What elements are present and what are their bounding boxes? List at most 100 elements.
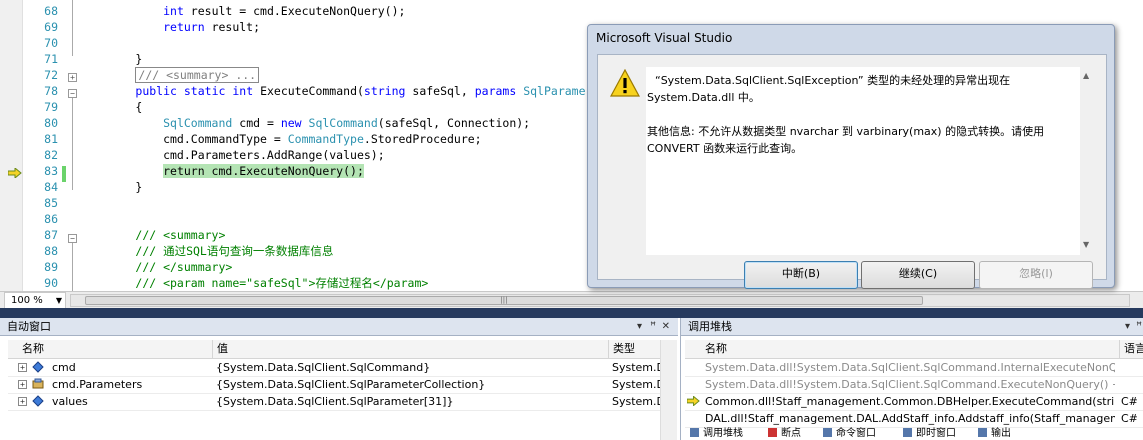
code-token: result; [204,20,261,34]
autos-column-header: 名称 值 类型 [8,340,660,359]
code-text: public static int ExecuteCommand(string … [80,83,586,99]
pin-icon[interactable]: ꟸ [1136,318,1142,335]
breakpoint-icon [768,428,777,437]
code-token: (safeSql, Connection); [377,116,531,130]
dialog-body: “System.Data.SqlClient.SqlException” 类型的… [597,54,1107,289]
callstack-row[interactable]: DAL.dll!Staff_management.DAL.AddStaff_in… [685,410,1143,428]
col-name[interactable]: 名称 [701,340,1115,358]
variable-icon [32,393,46,412]
scroll-up-icon[interactable]: ▲ [1083,71,1089,80]
col-value[interactable]: 值 [212,340,607,358]
code-token: /// <summary> [135,228,226,242]
fold-guide [72,243,73,291]
callstack-row[interactable]: System.Data.dll!System.Data.SqlClient.Sq… [685,359,1143,377]
code-token: cmd.CommandType = [80,132,288,146]
message-scrollbar[interactable]: ▲ ▼ [1080,67,1094,253]
line-number: 82 [44,148,58,162]
fold-collapse-icon[interactable]: − [68,89,77,98]
frame-name: Common.dll!Staff_management.Common.DBHel… [705,395,1115,408]
callstack-row[interactable]: System.Data.dll!System.Data.SqlClient.Sq… [685,376,1143,394]
line-number: 81 [44,132,58,146]
ignore-button[interactable]: 忽略(I) [979,261,1093,289]
expand-icon[interactable]: + [18,397,27,406]
var-type: System.D [612,378,660,391]
fold-collapse-icon[interactable]: − [68,234,77,243]
code-token: string [363,84,406,98]
immediate-window-icon [903,428,912,437]
code-token: SqlParame [523,84,586,98]
code-token: cmd = [232,116,281,130]
dropdown-icon[interactable]: ▾ [1125,318,1130,335]
close-icon[interactable]: ✕ [662,318,670,335]
autos-row[interactable]: + values {System.Data.SqlClient.SqlParamet… [8,393,660,411]
line-number: 71 [44,52,58,66]
vertical-scrollbar[interactable] [660,340,677,440]
autos-row[interactable]: + cmd.Parameters {System.Data.SqlClient.Sq… [8,376,660,394]
fold-expand-icon[interactable]: + [68,73,77,82]
callstack-title-bar: 调用堆栈 ▾ ꟸ [681,318,1143,336]
bottom-tab[interactable]: 输出 [978,428,1011,440]
code-text: /// <summary> [80,227,225,243]
frame-name: System.Data.dll!System.Data.SqlClient.Sq… [705,361,1115,374]
code-text: } [80,51,142,67]
code-token: params [474,84,517,98]
horizontal-scrollbar[interactable]: ||| [70,294,1130,307]
pin-icon[interactable]: ꟸ [650,318,656,335]
line-number: 72 [44,68,58,82]
bottom-tab-label: 输出 [991,428,1011,439]
bottom-tab-label: 即时窗口 [916,428,956,439]
autos-title-bar: 自动窗口 ▾ ꟸ ✕ [0,318,678,336]
message-line-1: “System.Data.SqlClient.SqlException” 类型的… [655,74,1011,87]
var-type: System.D [612,361,660,374]
line-number: 69 [44,20,58,34]
code-line[interactable]: 68 int result = cmd.ExecuteNonQuery(); [0,3,1143,19]
line-number: 88 [44,244,58,258]
line-number: 85 [44,196,58,210]
line-number: 78 [44,84,58,98]
code-text: /// <summary> ... [80,67,260,83]
line-number: 79 [44,100,58,114]
code-token: cmd.Parameters.AddRange(values); [80,148,385,162]
bottom-tab-label: 调用堆栈 [703,428,743,439]
var-name: cmd.Parameters [52,378,143,391]
code-text: return cmd.ExecuteNonQuery(); [80,163,364,179]
scroll-down-icon[interactable]: ▼ [1083,240,1089,249]
callstack-row[interactable]: Common.dll!Staff_management.Common.DBHel… [685,393,1143,411]
autos-row[interactable]: + cmd {System.Data.SqlClient.SqlCommand} Sy… [8,359,660,377]
code-token: SqlCommand [163,116,233,130]
bottom-tab[interactable]: 断点 [768,428,801,440]
frame-name: DAL.dll!Staff_management.DAL.AddStaff_in… [705,412,1115,425]
chevron-down-icon: ▼ [55,296,62,305]
var-name: values [52,395,88,408]
bottom-tab[interactable]: 即时窗口 [903,428,956,440]
var-type: System.D [612,395,660,408]
break-button[interactable]: 中断(B) [744,261,858,289]
expand-icon[interactable]: + [18,380,27,389]
col-type[interactable]: 类型 [608,340,665,358]
code-token: static [183,84,226,98]
col-name[interactable]: 名称 [18,340,212,358]
dropdown-icon[interactable]: ▾ [637,318,642,335]
code-text: SqlCommand cmd = new SqlCommand(safeSql,… [80,115,530,131]
message-line-2: System.Data.dll 中。 [647,91,760,104]
code-text: } [80,179,142,195]
code-token: public [135,84,177,98]
callstack-column-header: 名称 语言 [685,340,1143,359]
bottom-tab-label: 命令窗口 [836,428,876,439]
scroll-thumb[interactable]: ||| [85,296,923,305]
frame-language: C# [1121,412,1138,425]
current-statement-arrow-icon [8,168,22,178]
zoom-select[interactable]: 100 % ▼ [4,292,66,309]
callstack-icon [690,428,699,437]
bottom-tab[interactable]: 调用堆栈 [690,428,743,440]
col-language[interactable]: 语言 [1119,340,1143,358]
code-token: { [80,100,143,114]
expand-icon[interactable]: + [18,363,27,372]
bottom-tab[interactable]: 命令窗口 [823,428,876,440]
continue-button[interactable]: 继续(C) [861,261,975,289]
bottom-tab-label: 断点 [781,428,801,439]
